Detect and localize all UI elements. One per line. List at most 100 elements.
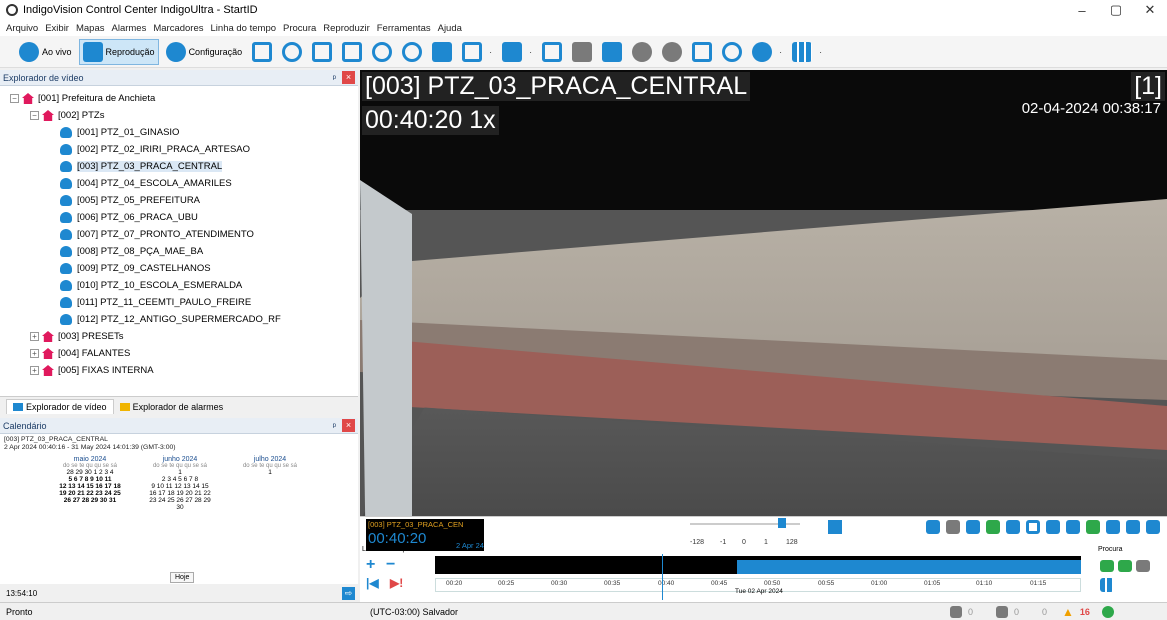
camera-item[interactable]: [002] PTZ_02_IRIRI_PRACA_ARTESAO — [0, 141, 358, 158]
record-status-icon[interactable] — [950, 605, 962, 618]
grid-button[interactable] — [599, 39, 625, 65]
pin-icon[interactable]: ᵖ — [333, 73, 336, 83]
search-motion-icon[interactable] — [1100, 560, 1114, 572]
help-button[interactable] — [279, 39, 305, 65]
lock-icon[interactable] — [828, 520, 842, 534]
menu-linha-do-tempo[interactable]: Linha do tempo — [211, 23, 277, 34]
speed-slider-handle[interactable] — [778, 518, 786, 528]
go-start-icon[interactable]: |◀ — [366, 576, 379, 590]
tree-group[interactable]: + [005] FIXAS INTERNA — [0, 362, 358, 379]
step-forward-icon[interactable] — [1126, 520, 1140, 534]
camera-item[interactable]: [010] PTZ_10_ESCOLA_ESMERALDA — [0, 277, 358, 294]
tab-alarm-explorer[interactable]: Explorador de alarmes — [114, 400, 230, 414]
menu-ajuda[interactable]: Ajuda — [438, 23, 462, 34]
speed-slider[interactable] — [690, 518, 800, 528]
rewind-icon[interactable] — [1066, 520, 1080, 534]
tree-group[interactable]: − [002] PTZs — [0, 107, 358, 124]
camera-item[interactable]: [004] PTZ_04_ESCOLA_AMARILES — [0, 175, 358, 192]
grid-icon[interactable] — [1006, 520, 1020, 534]
menu-alarmes[interactable]: Alarmes — [112, 23, 147, 34]
menu-marcadores[interactable]: Marcadores — [153, 23, 203, 34]
camera-item[interactable]: [001] PTZ_01_GINASIO — [0, 124, 358, 141]
playback-label: Reprodução — [105, 46, 155, 57]
camera-item[interactable]: [012] PTZ_12_ANTIGO_SUPERMERCADO_RF — [0, 311, 358, 328]
minimize-button[interactable]: – — [1065, 3, 1099, 18]
today-button[interactable]: Hoje — [170, 572, 195, 583]
camera-item[interactable]: [005] PTZ_05_PREFEITURA — [0, 192, 358, 209]
export-button[interactable] — [689, 39, 715, 65]
fast-forward-icon[interactable] — [1146, 520, 1160, 534]
connection-icon[interactable] — [1101, 605, 1114, 618]
refresh-button[interactable] — [249, 39, 275, 65]
crop-button[interactable] — [539, 39, 565, 65]
menu-ferramentas[interactable]: Ferramentas — [377, 23, 431, 34]
live-button[interactable]: Ao vivo — [16, 39, 75, 65]
zoom-out-icon[interactable]: − — [386, 556, 395, 574]
link-icon[interactable] — [1026, 520, 1040, 534]
tab-video-explorer[interactable]: Explorador de vídeo — [6, 399, 114, 414]
menu-mapas[interactable]: Mapas — [76, 23, 105, 34]
close-button[interactable]: ✕ — [1133, 2, 1167, 18]
go-to-button[interactable]: ⇨ — [342, 587, 355, 600]
camera-item[interactable]: [007] PTZ_07_PRONTO_ATENDIMENTO — [0, 226, 358, 243]
pin-icon[interactable]: ᵖ — [333, 421, 336, 431]
maximize-button[interactable]: ▢ — [1099, 2, 1133, 18]
search-area-icon[interactable] — [1118, 560, 1132, 572]
warning-icon[interactable]: ▲ — [1062, 605, 1074, 619]
range-icon[interactable] — [926, 520, 940, 534]
expand-icon[interactable]: + — [30, 332, 39, 341]
collapse-icon[interactable]: − — [10, 94, 19, 103]
layout-button[interactable] — [429, 39, 455, 65]
playback-button[interactable]: Reprodução — [78, 38, 159, 65]
verify-button[interactable] — [719, 39, 745, 65]
thumbnail-search-icon[interactable] — [1100, 578, 1114, 592]
time-spinner[interactable]: 13:54:10 — [6, 589, 37, 598]
timeline-cursor[interactable] — [662, 554, 663, 600]
expand-icon[interactable]: + — [30, 366, 39, 375]
month-may[interactable]: maio 2024 do se te qu qu se sá 28 29 30 … — [48, 456, 132, 511]
camera-item[interactable]: [009] PTZ_09_CASTELHANOS — [0, 260, 358, 277]
search-text-icon[interactable] — [1136, 560, 1150, 572]
tree-group[interactable]: + [003] PRESETs — [0, 328, 358, 345]
snapshot-button[interactable] — [569, 39, 595, 65]
camera-status-icon[interactable] — [996, 605, 1008, 618]
fullscreen-button[interactable] — [309, 39, 335, 65]
tree-group[interactable]: + [004] FALANTES — [0, 345, 358, 362]
month-july[interactable]: julho 2024 do se te qu qu se sá 1 — [228, 456, 312, 511]
zoom-in-icon[interactable]: + — [366, 556, 375, 574]
menu-exibir[interactable]: Exibir — [45, 23, 69, 34]
rewind-fast-icon[interactable] — [1046, 520, 1060, 534]
menu-procura[interactable]: Procura — [283, 23, 316, 34]
video-viewport[interactable]: [003] PTZ_03_PRACA_CENTRAL 00:40:20 1x [… — [360, 70, 1167, 516]
camera-item-selected[interactable]: [003] PTZ_03_PRACA_CENTRAL — [0, 158, 358, 175]
toggle-view-button[interactable] — [339, 39, 365, 65]
pause-icon[interactable] — [1106, 520, 1120, 534]
tile-button[interactable] — [789, 39, 815, 65]
copy-button[interactable] — [499, 39, 525, 65]
close-calendar-button[interactable]: × — [342, 419, 355, 432]
menu-reproduzir[interactable]: Reproduzir — [323, 23, 369, 34]
camera-item[interactable]: [008] PTZ_08_PÇA_MAE_BA — [0, 243, 358, 260]
camera-item[interactable]: [006] PTZ_06_PRACA_UBU — [0, 209, 358, 226]
close-explorer-button[interactable]: × — [342, 71, 355, 84]
camera-button[interactable] — [749, 39, 775, 65]
camera-item[interactable]: [011] PTZ_11_CEEMTI_PAULO_FREIRE — [0, 294, 358, 311]
alarm-button[interactable] — [629, 39, 655, 65]
month-june[interactable]: junho 2024 do se te qu qu se sá 1 2 3 4 … — [138, 456, 222, 511]
collapse-icon[interactable]: − — [30, 111, 39, 120]
tree-root[interactable]: − [001] Prefeitura de Anchieta — [0, 90, 358, 107]
timeline-track[interactable] — [435, 556, 1081, 574]
config-button[interactable]: Configuração — [163, 39, 246, 65]
search-button[interactable] — [369, 39, 395, 65]
clear-button[interactable] — [399, 39, 425, 65]
play-icon[interactable] — [1086, 520, 1100, 534]
expand-icon[interactable]: + — [30, 349, 39, 358]
image-icon[interactable] — [986, 520, 1000, 534]
go-end-icon[interactable]: ▶! — [390, 576, 403, 590]
snapshot-icon[interactable] — [946, 520, 960, 534]
menu-arquivo[interactable]: Arquivo — [6, 23, 38, 34]
alarm-mute-button[interactable] — [659, 39, 685, 65]
bookmark-icon[interactable] — [966, 520, 980, 534]
tree-label: [005] FIXAS INTERNA — [58, 365, 154, 376]
add-layout-button[interactable] — [459, 39, 485, 65]
